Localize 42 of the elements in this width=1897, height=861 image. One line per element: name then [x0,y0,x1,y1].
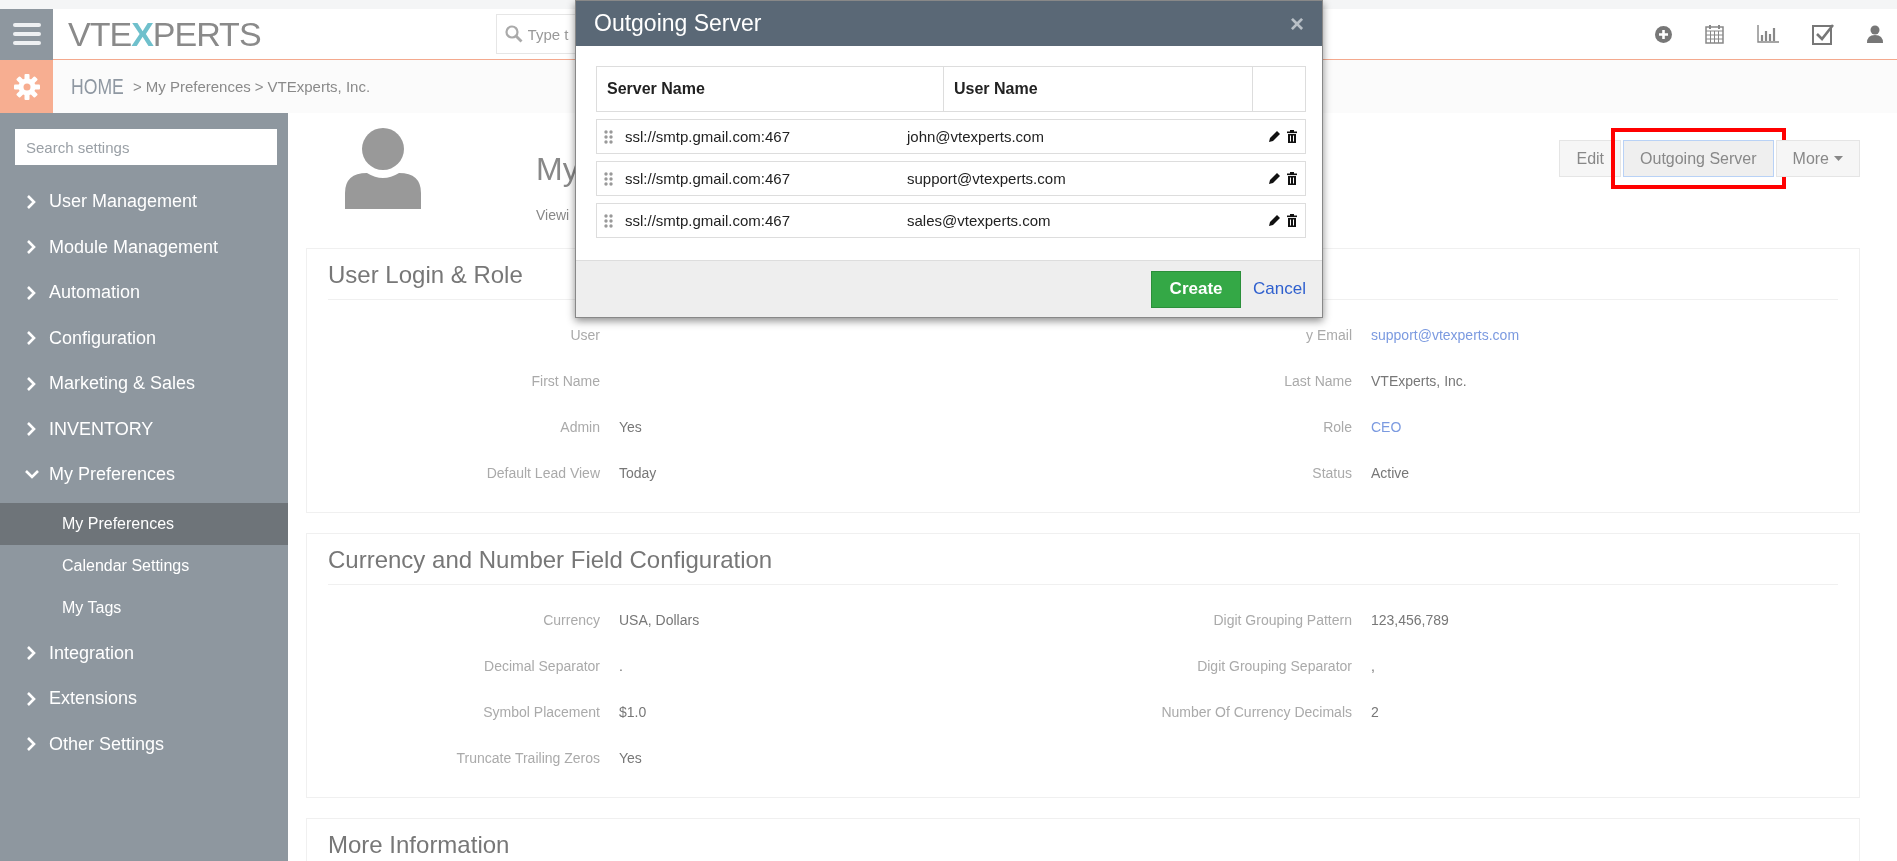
user-name: john@vtexperts.com [907,128,1045,145]
field-label: Symbol Placement [482,704,600,720]
field-label: y Email [1305,327,1352,343]
field-label: User [569,327,600,343]
breadcrumb-separator: > [133,78,142,95]
field-value: Yes [618,419,643,435]
field-value: USA, Dollars [618,612,701,628]
profile-subtitle: Viewi [536,207,570,223]
field-value: VTExperts, Inc. [1370,373,1468,389]
column-header: Server Name [597,67,944,111]
server-name: ssl://smtp.gmail.com:467 [625,212,792,229]
profile-title: My [536,151,579,188]
field-label: Truncate Trailing Zeros [455,750,600,766]
dialog-title: Outgoing Server [594,10,762,37]
server-name: ssl://smtp.gmail.com:467 [625,170,792,187]
field-label: Currency [542,612,600,628]
section-title: Currency and Number Field Configuration [328,534,1838,585]
field-label: Admin [559,419,600,435]
breadcrumb-separator: > [254,78,264,95]
field-label: Default Lead View [485,465,600,481]
field-value: 123,456,789 [1370,612,1450,628]
server-name: ssl://smtp.gmail.com:467 [625,128,792,145]
field-label: Last Name [1283,373,1352,389]
field-value: 2 [1370,704,1380,720]
field-value: , [1370,658,1376,674]
column-header: User Name [944,67,1253,111]
user-name: support@vtexperts.com [907,170,1067,187]
field-value: Active [1370,465,1411,481]
user-name: sales@vtexperts.com [907,212,1052,229]
field-value: Today [618,465,658,481]
field-label: Decimal Separator [483,658,600,674]
field-value: . [618,658,624,674]
field-label: Role [1322,419,1352,435]
field-label: First Name [530,373,600,389]
field-label: Status [1311,465,1352,481]
field-label: Digit Grouping Pattern [1212,612,1352,628]
field-value: $1.0 [618,704,648,720]
logo: VTEXPERTS [68,14,261,54]
section-title: More Information [328,819,1838,861]
field-label: Number Of Currency Decimals [1160,704,1352,720]
field-label: Digit Grouping Separator [1196,658,1352,674]
field-value: Yes [618,750,643,766]
